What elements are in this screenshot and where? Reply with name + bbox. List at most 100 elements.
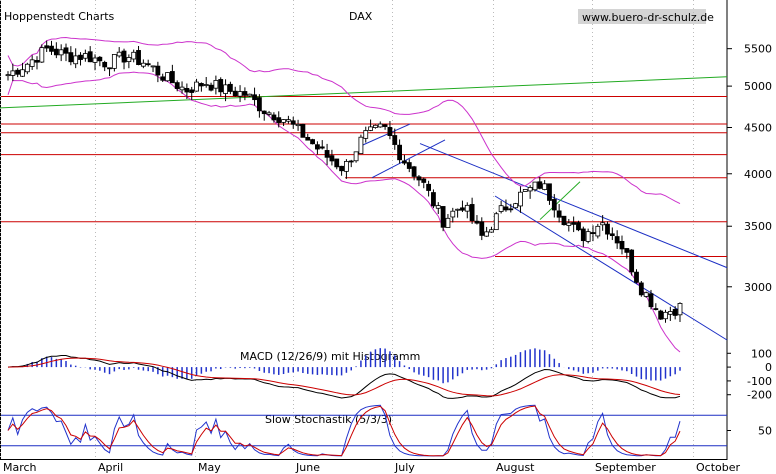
candle-body <box>213 80 219 89</box>
x-month-label: August <box>496 461 535 474</box>
candle-body <box>145 63 151 66</box>
website-label: www.buero-dr-schulz.de <box>582 11 714 24</box>
candle-body <box>431 192 436 207</box>
y-tick-label: 3000 <box>744 281 772 294</box>
candle-body <box>305 136 311 141</box>
candle-body <box>39 47 45 63</box>
candle-body <box>329 155 335 162</box>
x-month-label: May <box>198 461 221 474</box>
candle-body <box>416 176 422 181</box>
candle-body <box>402 160 407 164</box>
candle-body <box>411 166 417 177</box>
candle-body <box>498 205 504 212</box>
candle-body <box>460 207 465 211</box>
x-month-label: October <box>696 461 740 474</box>
candle-body <box>576 222 581 231</box>
y-tick-label: 4500 <box>744 122 772 135</box>
candle-body <box>63 47 69 54</box>
candle-body <box>561 215 567 226</box>
candle-body <box>315 144 320 150</box>
candle-body <box>73 55 79 65</box>
candle-body <box>585 231 591 242</box>
candle-body <box>53 48 59 56</box>
candle-body <box>227 83 233 92</box>
candle-body <box>537 181 543 189</box>
candle-body <box>595 225 601 237</box>
candle-body <box>242 91 248 96</box>
candle-body <box>493 213 499 231</box>
candle-body <box>605 223 610 235</box>
candle-body <box>15 69 21 75</box>
candle-body <box>295 123 301 127</box>
candle-body <box>102 61 108 68</box>
candle-body <box>58 49 64 56</box>
candle-body <box>49 45 54 52</box>
candle-body <box>266 112 272 115</box>
candle-body <box>382 124 388 127</box>
candle-body <box>484 231 490 237</box>
candle-body <box>208 84 214 91</box>
macd-tick-label: -200 <box>747 389 772 402</box>
x-month-label: March <box>3 461 37 474</box>
candle-body <box>324 150 330 158</box>
candle-body <box>169 71 175 84</box>
candle-body <box>107 67 112 70</box>
candle-body <box>286 119 291 122</box>
y-tick-label: 4000 <box>744 168 772 181</box>
candle-body <box>445 217 451 228</box>
candle-body <box>353 151 359 162</box>
source-label: Hoppenstedt Charts <box>4 10 115 23</box>
candle-body <box>344 161 349 172</box>
candle-body <box>271 114 277 121</box>
candle-body <box>218 79 224 93</box>
candle-body <box>281 119 286 123</box>
candle-body <box>363 130 369 139</box>
candle-body <box>440 206 446 228</box>
candle-body <box>339 165 344 172</box>
candle-body <box>165 72 170 82</box>
candle-body <box>551 199 557 211</box>
candle-body <box>10 70 16 76</box>
macd-tick-label: -100 <box>747 375 772 388</box>
candle-body <box>571 222 577 225</box>
candle-body <box>508 208 514 211</box>
candle-body <box>648 293 654 308</box>
x-month-label: June <box>295 461 320 474</box>
candle-body <box>450 210 456 218</box>
candle-body <box>421 178 427 183</box>
candle-body <box>619 240 625 250</box>
candle-body <box>426 183 432 191</box>
candle-body <box>489 229 494 233</box>
candle-body <box>566 222 572 226</box>
candle-body <box>556 210 562 218</box>
x-month-label: April <box>98 461 123 474</box>
candle-body <box>203 84 209 86</box>
candle-body <box>373 124 378 128</box>
candle-body <box>624 248 630 253</box>
candle-body <box>629 249 635 273</box>
candle-body <box>97 56 103 62</box>
candle-body <box>44 45 50 49</box>
candle-body <box>590 232 596 235</box>
candle-body <box>300 124 306 138</box>
candle-body <box>82 53 88 59</box>
candle-body <box>600 222 606 226</box>
candle-body <box>189 89 195 93</box>
candle-body <box>87 51 93 63</box>
chart-svg: Hoppenstedt Charts DAX www.buero-dr-schu… <box>0 0 776 474</box>
candle-body <box>464 204 470 212</box>
candle-body <box>194 81 199 92</box>
x-month-label: July <box>394 461 415 474</box>
candle-body <box>542 183 548 190</box>
candle-body <box>455 208 461 211</box>
candle-body <box>261 110 267 115</box>
candle-body <box>435 205 441 209</box>
candle-body <box>111 54 117 69</box>
candle-body <box>547 183 552 201</box>
candle-body <box>653 308 659 310</box>
candle-body <box>397 144 402 161</box>
candle-body <box>276 117 282 123</box>
candle-body <box>634 271 639 283</box>
candle-body <box>377 123 383 128</box>
candle-body <box>160 76 166 81</box>
